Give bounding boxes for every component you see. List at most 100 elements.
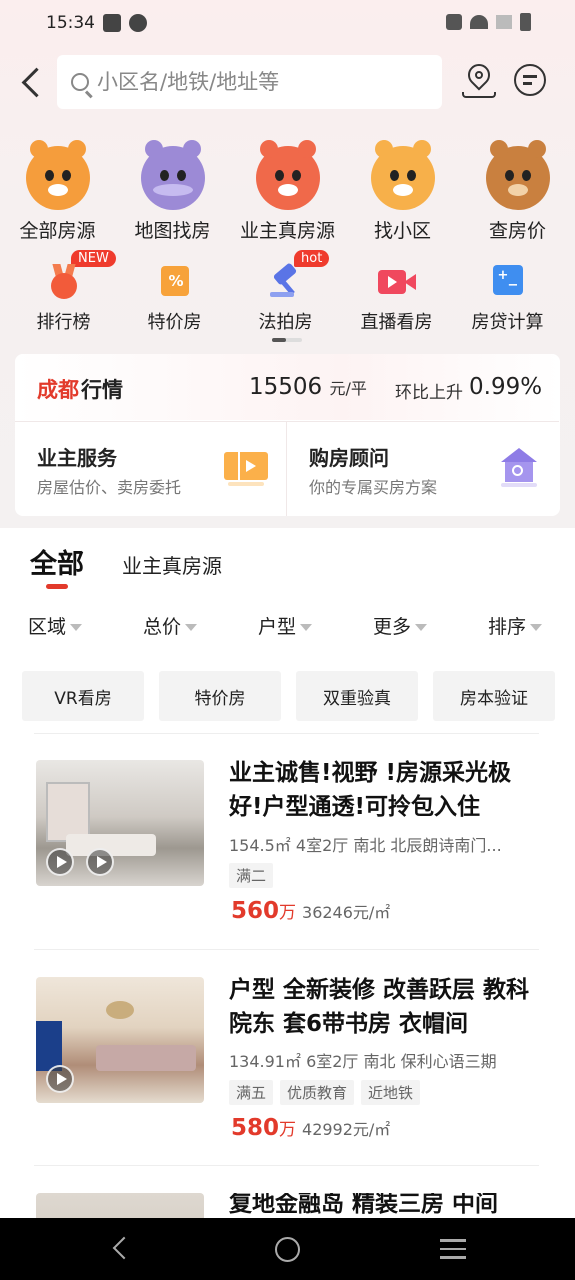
search-bar[interactable] [57,55,442,109]
listing-unit-price: 36246元/㎡ [302,903,391,922]
listing-tag: 满五 [229,1080,274,1105]
back-icon[interactable] [20,66,42,100]
vibrate-icon [446,14,462,30]
advisor-service-title: 购房顾问 [309,446,389,470]
category-label: 查房价 [488,220,546,242]
listing-tags: 满二 [229,863,274,888]
tab-owner-listings[interactable]: 业主真房源 [122,550,222,579]
category-label: 特价房 [147,312,202,333]
hippo-icon [140,140,205,210]
wifi-icon [470,15,488,29]
status-time: 15:34 [46,13,95,33]
market-price-unit: 元/平 [329,379,367,398]
listing-item[interactable]: 户型 全新装修 改善跃层 教科院东 套6带书房 衣帽间 134.91㎡ 6室2厅… [36,977,541,1147]
bear-icon [485,140,550,210]
listing-price-unit: 万 [279,1120,297,1140]
owner-service-card[interactable]: 业主服务 房屋估价、卖房委托 [15,421,287,516]
listing-photo [36,1193,204,1218]
market-price-value: 15506 [249,374,323,400]
tiger-icon [25,140,90,210]
dropdown-arrow-icon [70,624,83,631]
market-card: 成都 行情 15506 元/平 环比上升 0.99% 业主服务 房屋估价、卖房委… [15,354,560,516]
category-live-tour[interactable]: 直播看房 [341,258,452,334]
listing-price-unit: 万 [279,903,297,923]
category-row-secondary: NEW 排行榜 % 特价房 hot 法拍房 直播看房 + − 房贷计算 [0,250,575,334]
listing-tags: 满五 优质教育 近地铁 [229,1080,421,1105]
category-find-community[interactable]: 找小区 [345,140,460,243]
listing-tag: 优质教育 [280,1080,355,1105]
owner-service-title: 业主服务 [37,446,117,470]
dropdown-arrow-icon [530,624,543,631]
gavel-icon [269,262,302,298]
dropdown-arrow-icon [185,624,198,631]
listing-title: 业主诚售!视野 !房源采光极好!户型通透!可拎包入住 [229,760,511,820]
market-overview[interactable]: 成都 行情 15506 元/平 环比上升 0.99% [15,354,560,420]
divider [34,733,539,734]
ticket-icon [224,448,268,488]
filter-label: 区域 [28,616,67,638]
market-mom-value: 0.99% [469,374,543,400]
advisor-service-card[interactable]: 购房顾问 你的专属买房方案 [287,421,559,516]
category-label: 地图找房 [134,220,211,242]
filter-more[interactable]: 更多 [345,612,460,644]
search-input[interactable] [97,70,417,94]
filter-district[interactable]: 区域 [0,612,115,644]
market-label: 行情 [81,378,123,402]
discount-tag-icon: % [159,264,191,298]
vr-icon [46,848,74,876]
dropdown-arrow-icon [415,624,428,631]
filter-layout[interactable]: 户型 [230,612,345,644]
nav-back-icon[interactable] [112,1236,136,1260]
filter-sort[interactable]: 排序 [460,612,575,644]
filter-label: 户型 [258,616,297,638]
medal-icon [48,264,80,299]
system-nav-bar [0,1218,575,1280]
filter-bar: 区域 总价 户型 更多 排序 [0,612,575,644]
calculator-icon: + − [492,264,524,298]
chip-discount[interactable]: 特价房 [159,671,281,721]
category-price-check[interactable]: 查房价 [460,140,575,243]
page-indicator [272,338,302,342]
category-label: 全部房源 [19,220,96,242]
nav-home-icon[interactable] [275,1237,300,1262]
category-label: 直播看房 [360,312,433,333]
category-row-primary: 全部房源 地图找房 业主真房源 找小区 查房价 [0,140,575,243]
category-discount[interactable]: % 特价房 [119,258,230,334]
check-notification-icon [129,14,147,32]
search-icon [71,73,89,91]
market-price: 15506 元/平 [249,374,367,400]
play-video-icon [86,848,114,876]
chip-vr[interactable]: VR看房 [22,671,144,721]
tab-all[interactable]: 全部 [30,542,84,581]
listing-info: 154.5㎡ 4室2厅 南北 北辰朗诗南门... [229,836,502,855]
category-owner-listings[interactable]: 业主真房源 [230,140,345,243]
message-icon[interactable] [514,64,546,98]
category-ranking[interactable]: NEW 排行榜 [8,250,119,334]
category-label: 法拍房 [258,312,313,333]
category-auction[interactable]: hot 法拍房 [230,250,341,334]
listing-photo [36,977,204,1103]
chip-deed-verify[interactable]: 房本验证 [433,671,555,721]
nav-menu-icon[interactable] [440,1239,466,1265]
category-map-search[interactable]: 地图找房 [115,140,230,243]
filter-label: 更多 [373,616,412,638]
listing-title: 户型 全新装修 改善跃层 教科院东 套6带书房 衣帽间 [229,977,530,1037]
listing-info: 134.91㎡ 6室2厅 南北 保利心语三期 [229,1052,497,1071]
divider [34,1165,539,1166]
advisor-service-subtitle: 你的专属买房方案 [309,478,438,497]
play-video-icon [46,1065,74,1093]
filter-total-price[interactable]: 总价 [115,612,230,644]
chip-double-verify[interactable]: 双重验真 [296,671,418,721]
quick-filter-chips: VR看房 特价房 双重验真 房本验证 [22,671,555,721]
category-mortgage-calc[interactable]: + − 房贷计算 [452,258,563,334]
listing-item[interactable]: 业主诚售!视野 !房源采光极好!户型通透!可拎包入住 154.5㎡ 4室2厅 南… [36,760,541,930]
market-mom-label: 环比上升 [395,383,463,403]
status-bar: 15:34 [0,0,575,48]
listing-item[interactable]: 复地金融岛 精装三房 中间 [36,1193,541,1218]
category-label: 业主真房源 [239,220,335,242]
location-pin-icon[interactable] [462,59,496,98]
category-all-listings[interactable]: 全部房源 [0,140,115,243]
listing-unit-price: 42992元/㎡ [302,1120,391,1139]
fox-icon [255,140,320,210]
divider [34,949,539,950]
